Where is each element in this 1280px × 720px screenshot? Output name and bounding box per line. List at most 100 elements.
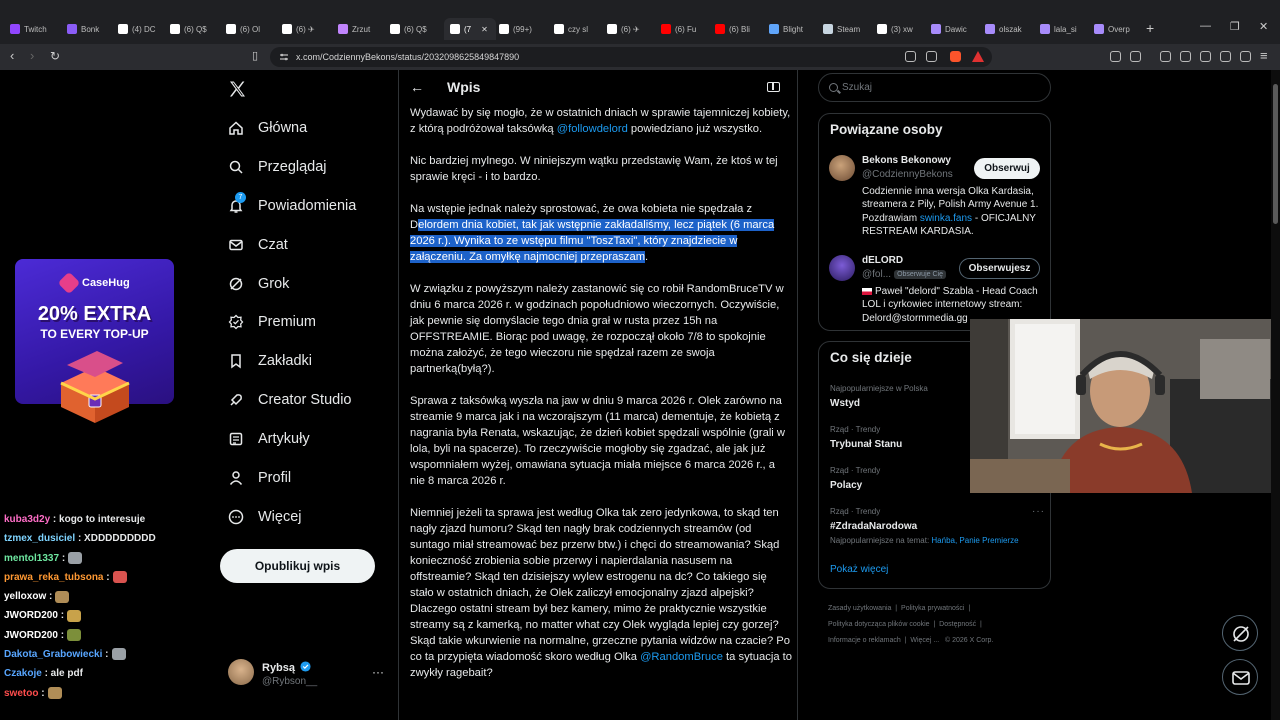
panel-title: Co się dzieje bbox=[830, 350, 912, 365]
browser-tab[interactable]: (6) Q$ bbox=[170, 18, 220, 40]
browser-tab[interactable]: Overp bbox=[1094, 18, 1144, 40]
sidebar-item-premium[interactable]: Premium bbox=[228, 310, 316, 334]
browser-tab[interactable]: czy sl bbox=[554, 18, 604, 40]
sidebar-item-search[interactable]: Przeglądaj bbox=[228, 155, 327, 179]
chat-username[interactable]: Czakoje bbox=[4, 668, 42, 679]
close-window-button[interactable]: ✕ bbox=[1259, 20, 1268, 33]
chat-username[interactable]: prawa_reka_tubsona bbox=[4, 572, 104, 583]
chat-username[interactable]: yelloxow bbox=[4, 591, 46, 602]
sidebar-item-mail[interactable]: Czat bbox=[228, 233, 288, 257]
browser-tab[interactable]: olszak bbox=[985, 18, 1035, 40]
browser-tab[interactable]: (3) xw bbox=[877, 18, 927, 40]
wallet-extension-icon[interactable] bbox=[1200, 51, 1211, 62]
x-logo-icon[interactable] bbox=[228, 80, 247, 98]
mention-link[interactable]: @RandomBruce bbox=[640, 651, 723, 663]
close-tab-icon[interactable]: ✕ bbox=[481, 25, 488, 34]
account-switcher[interactable]: Rybsą @Rybson__ ··· bbox=[228, 659, 388, 689]
chat-username[interactable]: kuba3d2y bbox=[4, 514, 50, 525]
following-button[interactable]: Obserwujesz bbox=[959, 258, 1040, 279]
browser-tab[interactable]: (6) Bli bbox=[715, 18, 765, 40]
browser-tab-bar: Twitch Bonk (4) DC (6) Q$ (6) Ol (6) ✈ Zrzut (6… bbox=[0, 0, 1280, 44]
mention-link[interactable]: @followdelord bbox=[557, 123, 628, 135]
footer-link[interactable]: Więcej ... bbox=[910, 637, 939, 644]
trend-topic-link[interactable]: Hańba, Panie Premierze bbox=[931, 536, 1018, 545]
menu-icon[interactable]: ≡ bbox=[1260, 49, 1268, 63]
reader-mode-icon[interactable] bbox=[767, 82, 780, 92]
brave-rewards-icon[interactable] bbox=[972, 51, 984, 62]
bookmark-icon bbox=[228, 353, 244, 369]
minimize-button[interactable]: — bbox=[1200, 20, 1211, 32]
chat-username[interactable]: JWORD200 bbox=[4, 610, 58, 621]
sidebar-item-more[interactable]: Więcej bbox=[228, 505, 302, 529]
show-more-link[interactable]: Pokaż więcej bbox=[830, 564, 888, 575]
browser-tab[interactable]: (4) DC bbox=[118, 18, 168, 40]
chat-username[interactable]: Dakota_Grabowiecki bbox=[4, 649, 102, 660]
extensions-icon[interactable] bbox=[1110, 51, 1121, 62]
grok-floating-button[interactable] bbox=[1222, 615, 1258, 651]
trend-item[interactable]: Rząd · Trendy ··· #ZdradaNarodowa Najpop… bbox=[830, 506, 1045, 545]
publish-post-button[interactable]: Opublikuj wpis bbox=[220, 549, 375, 583]
chat-username[interactable]: tzmex_dusiciel bbox=[4, 533, 75, 544]
site-settings-icon[interactable] bbox=[279, 52, 289, 62]
browser-tab[interactable]: Steam bbox=[823, 18, 873, 40]
sidebar-item-bookmark[interactable]: Zakładki bbox=[228, 349, 312, 373]
chat-username[interactable]: swetoo bbox=[4, 688, 38, 699]
sidebar-toggle-icon[interactable] bbox=[1180, 51, 1191, 62]
browser-tab[interactable]: lala_si bbox=[1040, 18, 1090, 40]
browser-tab[interactable]: (6) Ol bbox=[226, 18, 276, 40]
bookmark-page-icon[interactable]: ▯ bbox=[252, 49, 258, 63]
footer-link[interactable]: Polityka prywatności bbox=[901, 605, 964, 612]
page-scrollbar[interactable] bbox=[1271, 70, 1280, 720]
chat-username[interactable]: JWORD200 bbox=[4, 630, 58, 641]
maximize-button[interactable]: ❐ bbox=[1230, 20, 1240, 33]
person-name[interactable]: Bekons Bekonowy bbox=[862, 155, 951, 166]
more-options-icon[interactable]: ··· bbox=[372, 665, 384, 679]
sidebar-item-home[interactable]: Główna bbox=[228, 116, 307, 140]
forward-icon[interactable]: › bbox=[30, 49, 34, 63]
bio-link[interactable]: swinka.fans bbox=[920, 213, 972, 224]
wallet-icon[interactable] bbox=[1130, 51, 1141, 62]
person-name[interactable]: dELORD bbox=[862, 255, 903, 266]
browser-tab[interactable]: Twitch bbox=[10, 18, 60, 40]
sidebar-item-label: Przeglądaj bbox=[258, 159, 327, 175]
back-icon[interactable]: ‹ bbox=[10, 49, 14, 63]
browser-tab[interactable]: (7 ✕ bbox=[444, 18, 496, 40]
ai-icon[interactable] bbox=[1220, 51, 1231, 62]
browser-tab[interactable]: (6) ✈ bbox=[282, 18, 332, 40]
follow-button[interactable]: Obserwuj bbox=[974, 158, 1040, 179]
back-arrow-icon[interactable]: ← bbox=[410, 79, 424, 95]
sidebar-item-article[interactable]: Artykuły bbox=[228, 427, 310, 451]
url-bar[interactable]: x.com/CodziennyBekons/status/20320986258… bbox=[270, 47, 992, 67]
search-input[interactable]: Szukaj bbox=[818, 73, 1051, 102]
vpn-icon[interactable] bbox=[1240, 51, 1251, 62]
browser-tab[interactable]: Dawic bbox=[931, 18, 981, 40]
messages-floating-button[interactable] bbox=[1222, 659, 1258, 695]
sidebar-item-bell[interactable]: 7 Powiadomienia bbox=[228, 192, 356, 218]
more-options-icon[interactable]: ··· bbox=[1032, 506, 1045, 517]
footer-link[interactable]: Informacje o reklamach bbox=[828, 637, 901, 644]
footer-link[interactable]: Dostępność bbox=[939, 621, 976, 628]
reload-icon[interactable]: ↻ bbox=[50, 49, 60, 63]
browser-tab[interactable]: (6) Fu bbox=[661, 18, 711, 40]
browser-tab[interactable]: Bonk bbox=[67, 18, 117, 40]
sidebar-item-grok[interactable]: Grok bbox=[228, 272, 289, 296]
browser-tab[interactable]: Zrzut bbox=[338, 18, 388, 40]
browser-tab[interactable]: (99+) bbox=[499, 18, 549, 40]
browser-tab[interactable]: (6) ✈ bbox=[607, 18, 657, 40]
avatar[interactable] bbox=[829, 255, 855, 281]
browser-tab[interactable]: Blight bbox=[769, 18, 819, 40]
avatar[interactable] bbox=[829, 155, 855, 181]
footer-link[interactable]: Polityka dotycząca plików cookie bbox=[828, 621, 930, 628]
scrollbar-thumb[interactable] bbox=[1273, 84, 1278, 224]
footer-link[interactable]: Zasady użytkowania bbox=[828, 605, 891, 612]
browser-tab[interactable]: (6) Q$ bbox=[390, 18, 440, 40]
sidebar-item-rocket[interactable]: Creator Studio bbox=[228, 388, 352, 412]
screen-capture-icon[interactable] bbox=[905, 51, 916, 62]
media-icon[interactable] bbox=[1160, 51, 1171, 62]
new-tab-button[interactable]: + bbox=[1146, 20, 1154, 36]
brave-shields-icon[interactable] bbox=[950, 51, 961, 62]
share-icon[interactable] bbox=[926, 51, 937, 62]
sidebar-item-user[interactable]: Profil bbox=[228, 466, 291, 490]
chat-username[interactable]: mentol1337 bbox=[4, 553, 59, 564]
text-selection: elordem dnia kobiet, tak jak wstępnie za… bbox=[410, 219, 775, 263]
